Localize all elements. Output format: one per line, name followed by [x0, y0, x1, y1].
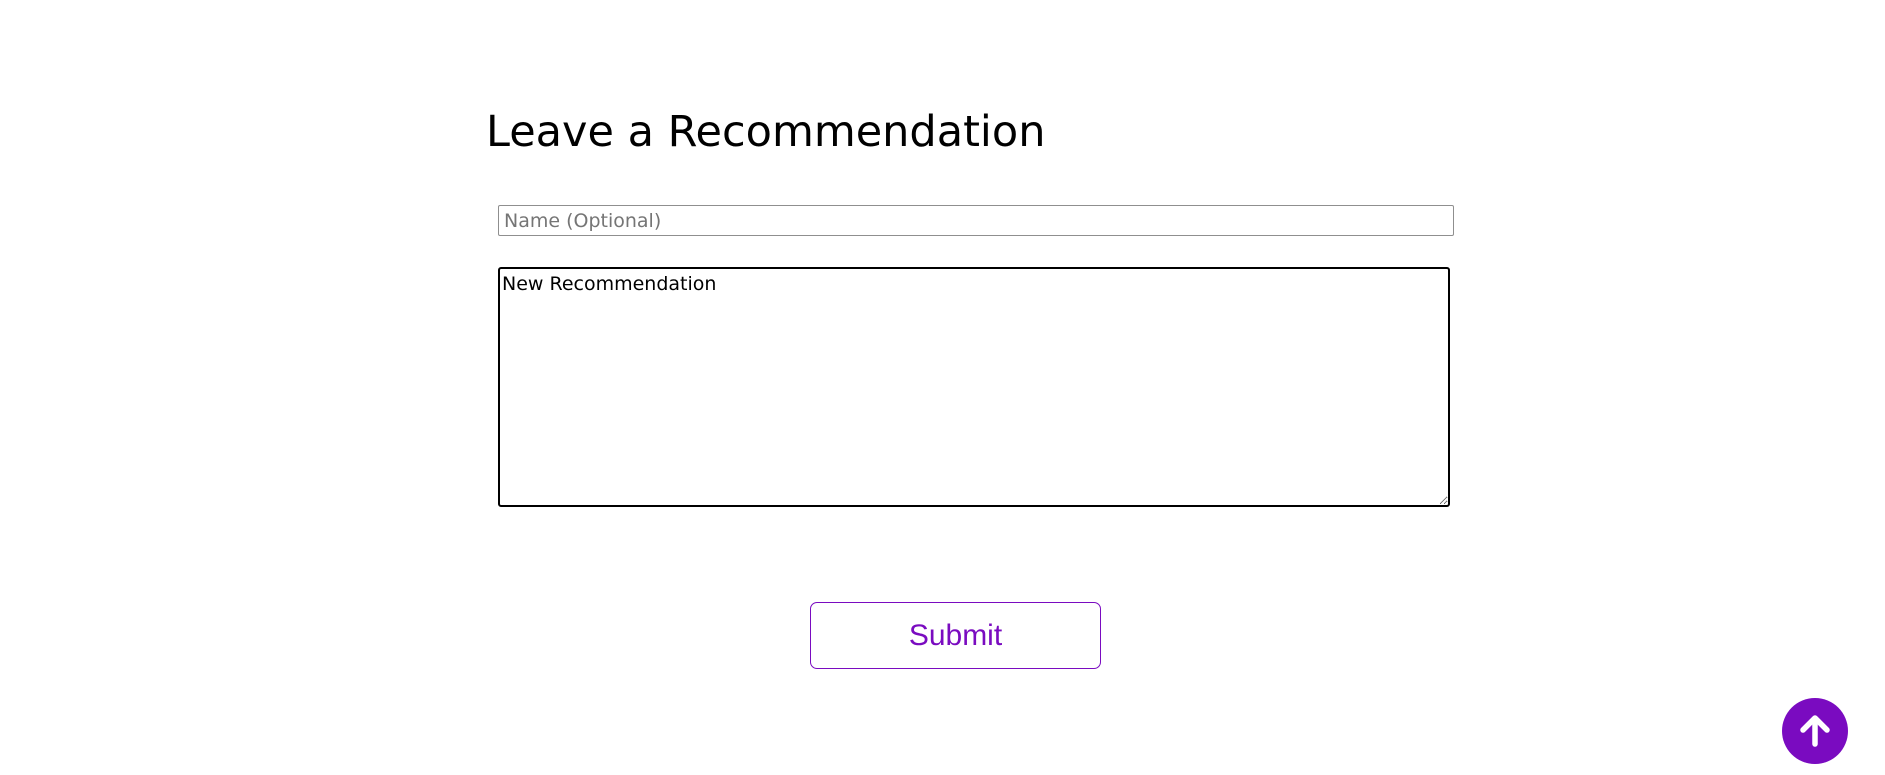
arrow-up-icon	[1795, 711, 1835, 751]
recommendation-section: Leave a Recommendation New Recommendatio…	[0, 0, 1885, 775]
page-title: Leave a Recommendation	[486, 107, 1046, 157]
name-input[interactable]	[498, 205, 1454, 236]
scroll-to-top-button[interactable]	[1782, 698, 1848, 764]
recommendation-textarea[interactable]: New Recommendation	[498, 267, 1450, 507]
submit-button[interactable]: Submit	[810, 602, 1101, 669]
